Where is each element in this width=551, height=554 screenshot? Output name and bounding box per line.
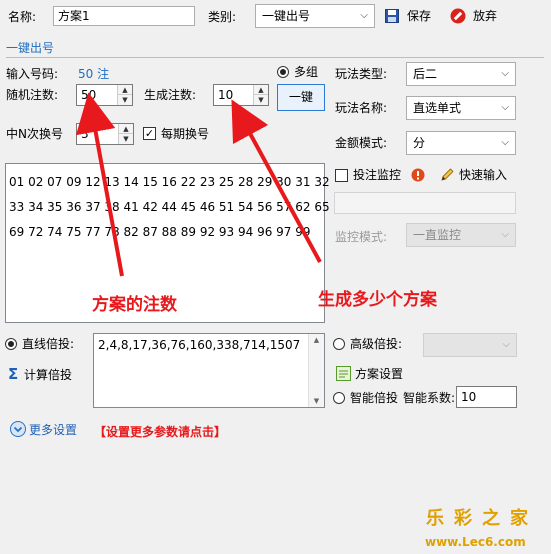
smart-coef-input[interactable]: 10 — [456, 386, 517, 408]
annotation-generate-count: 生成多少个方案 — [318, 290, 437, 310]
monitor-input — [334, 192, 516, 214]
linear-multiple-label: 直线倍投: — [22, 337, 75, 351]
numbers-line-1: 01 02 07 09 12 13 14 15 16 22 23 25 28 2… — [9, 175, 330, 189]
chevron-down-icon: ⌵ — [502, 339, 510, 350]
stepper-arrows[interactable]: ▲ ▼ — [253, 85, 268, 105]
random-count-value: 50 — [81, 88, 97, 102]
smart-multiple-label: 智能倍投 — [350, 391, 399, 405]
generate-count-value: 10 — [218, 88, 234, 102]
stepper-arrows[interactable]: ▲ ▼ — [118, 124, 133, 144]
chevron-down-icon: ⌵ — [501, 102, 509, 113]
section-title: 一键出号 — [6, 41, 55, 55]
watermark-brand: 乐彩之家 — [426, 508, 538, 529]
name-label: 名称: — [8, 10, 37, 24]
random-count-stepper[interactable]: 50 ▲ ▼ — [76, 84, 133, 106]
scroll-down-icon[interactable]: ▼ — [309, 395, 324, 407]
no-entry-icon — [450, 8, 466, 24]
more-settings-label: 更多设置 — [29, 423, 78, 437]
each-period-label: 每期换号 — [161, 127, 210, 141]
warning-icon[interactable] — [411, 168, 425, 182]
change-after-n-label: 中N次换号 — [6, 127, 63, 141]
category-label: 类别: — [208, 10, 237, 24]
amount-mode-select[interactable]: 分 ⌵ — [406, 131, 516, 155]
bet-monitor-label: 投注监控 — [353, 168, 402, 182]
stepper-arrows[interactable]: ▲ ▼ — [117, 85, 132, 105]
play-name-label: 玩法名称: — [335, 101, 388, 115]
advanced-multiple-select: ⌵ — [423, 333, 517, 357]
name-input[interactable]: 方案1 — [53, 6, 195, 26]
circle-arrow-down-icon — [10, 421, 26, 437]
numbers-line-2: 33 34 35 36 37 38 41 42 44 45 46 51 54 5… — [9, 200, 330, 214]
stepper-up-icon[interactable]: ▲ — [118, 85, 132, 95]
settings-sheet-icon — [336, 366, 351, 381]
play-type-label: 玩法类型: — [335, 67, 388, 81]
play-name-select[interactable]: 直选单式 ⌵ — [406, 96, 516, 120]
calc-multiple-label: 计算倍投 — [24, 368, 73, 382]
category-select[interactable]: 一键出号 ⌵ — [255, 4, 375, 28]
smart-multiple-radio[interactable] — [333, 392, 345, 404]
chevron-down-icon: ⌵ — [501, 229, 509, 240]
watermark-url: www.Lec6.com — [425, 535, 526, 549]
one-click-button[interactable]: 一键 — [277, 84, 325, 111]
linear-multiple-textarea[interactable]: 2,4,8,17,36,76,160,338,714,1507 ▲ ▼ — [93, 333, 325, 408]
play-type-value: 后二 — [413, 67, 438, 81]
each-period-checkbox[interactable]: ✓ — [143, 127, 156, 140]
pencil-icon — [441, 168, 454, 181]
section-divider — [6, 57, 544, 58]
plan-settings-label: 方案设置 — [355, 367, 404, 381]
one-click-label: 一键 — [288, 90, 313, 104]
linear-multiple-value: 2,4,8,17,36,76,160,338,714,1507 — [98, 338, 301, 352]
generate-count-label: 生成注数: — [144, 88, 197, 102]
discard-label: 放弃 — [473, 9, 498, 23]
stepper-up-icon[interactable]: ▲ — [119, 124, 133, 134]
smart-coef-label: 智能系数: — [403, 391, 456, 405]
floppy-disk-icon — [385, 9, 399, 23]
generate-count-stepper[interactable]: 10 ▲ ▼ — [213, 84, 269, 106]
stepper-down-icon[interactable]: ▼ — [254, 95, 268, 105]
advanced-multiple-radio[interactable] — [333, 338, 345, 350]
bet-monitor-checkbox[interactable] — [335, 169, 348, 182]
category-select-value: 一键出号 — [262, 9, 311, 23]
play-type-select[interactable]: 后二 ⌵ — [406, 62, 516, 86]
annotation-plan-count: 方案的注数 — [92, 295, 177, 315]
amount-mode-value: 分 — [413, 136, 426, 150]
chevron-down-icon: ⌵ — [360, 10, 368, 21]
play-name-value: 直选单式 — [413, 101, 462, 115]
chevron-down-icon: ⌵ — [501, 68, 509, 79]
input-count-value: 50 注 — [78, 67, 110, 81]
monitor-mode-label: 监控模式: — [335, 230, 388, 244]
scroll-up-icon[interactable]: ▲ — [309, 334, 324, 346]
advanced-multiple-label: 高级倍投: — [350, 337, 403, 351]
stepper-up-icon[interactable]: ▲ — [254, 85, 268, 95]
change-after-n-stepper[interactable]: 3 ▲ ▼ — [76, 123, 134, 145]
change-after-n-value: 3 — [81, 127, 89, 141]
input-count-label: 输入号码: — [6, 67, 59, 81]
amount-mode-label: 金额模式: — [335, 136, 388, 150]
quick-input-label: 快速输入 — [459, 168, 508, 182]
monitor-mode-select: 一直监控 ⌵ — [406, 223, 516, 247]
multi-group-label: 多组 — [294, 65, 319, 79]
stepper-down-icon[interactable]: ▼ — [118, 95, 132, 105]
random-count-label: 随机注数: — [6, 88, 59, 102]
stepper-down-icon[interactable]: ▼ — [119, 134, 133, 144]
textarea-scrollbar[interactable]: ▲ ▼ — [308, 334, 324, 407]
linear-multiple-radio[interactable] — [5, 338, 17, 350]
chevron-down-icon: ⌵ — [501, 137, 509, 148]
more-settings-hint[interactable]: 【设置更多参数请点击】 — [94, 424, 226, 440]
multi-group-radio[interactable] — [277, 66, 289, 78]
save-label: 保存 — [407, 9, 432, 23]
numbers-line-3: 69 72 74 75 77 78 82 87 88 89 92 93 94 9… — [9, 225, 311, 239]
sigma-icon: Σ — [8, 365, 19, 383]
monitor-mode-value: 一直监控 — [413, 228, 462, 242]
